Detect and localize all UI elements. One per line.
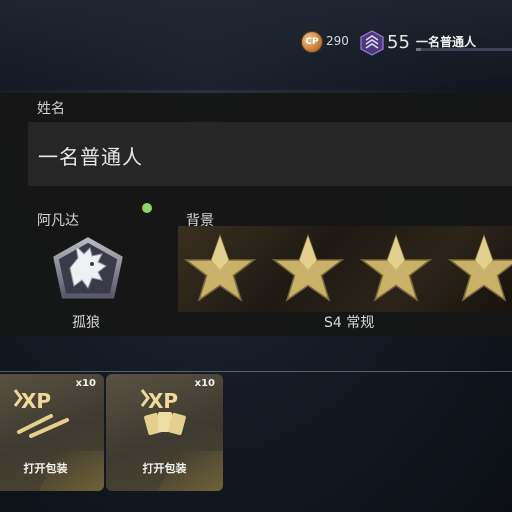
emblem-label: 阿凡达 — [37, 213, 79, 229]
svg-text:XP: XP — [148, 389, 178, 413]
lone-wolf-emblem-icon[interactable] — [48, 228, 128, 308]
cod-points-icon: CP — [301, 31, 323, 53]
cod-points-value: 290 — [326, 34, 349, 48]
xp-cards-icon: XP — [140, 389, 186, 436]
calling-card[interactable] — [178, 226, 512, 312]
name-field[interactable]: 一名普通人 — [28, 122, 512, 186]
star-icon — [184, 234, 256, 302]
calling-card-name: S4 常规 — [324, 315, 375, 331]
star-icon — [448, 234, 512, 302]
open-pack-button[interactable]: 打开包装 — [0, 460, 104, 476]
star-icon — [360, 234, 432, 302]
divider — [0, 371, 512, 372]
name-label: 姓名 — [37, 101, 65, 117]
svg-text:XP: XP — [21, 389, 51, 413]
new-indicator-dot — [142, 203, 152, 213]
rank-icon — [360, 30, 384, 56]
xp-progress-bar — [416, 48, 512, 51]
xp-bullets-icon: XP — [13, 389, 69, 438]
xp-pack-card[interactable]: x10 XP 打开包装 — [106, 374, 223, 491]
rank-value: 55 — [387, 32, 410, 53]
xp-pack-card[interactable]: x10 XP 打开包装 — [0, 374, 104, 491]
emblem-name: 孤狼 — [72, 315, 100, 331]
open-pack-button[interactable]: 打开包装 — [106, 460, 223, 476]
xp-progress-fill — [416, 48, 421, 51]
name-value: 一名普通人 — [38, 145, 143, 169]
star-icon — [272, 234, 344, 302]
